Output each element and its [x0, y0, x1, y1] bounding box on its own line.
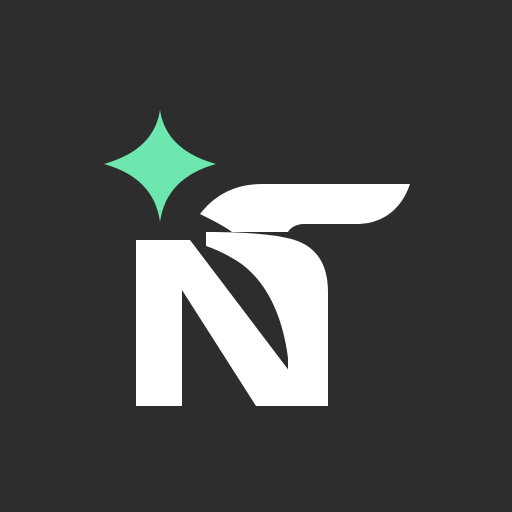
- app-icon: [0, 0, 512, 512]
- nt-logo: [0, 0, 512, 512]
